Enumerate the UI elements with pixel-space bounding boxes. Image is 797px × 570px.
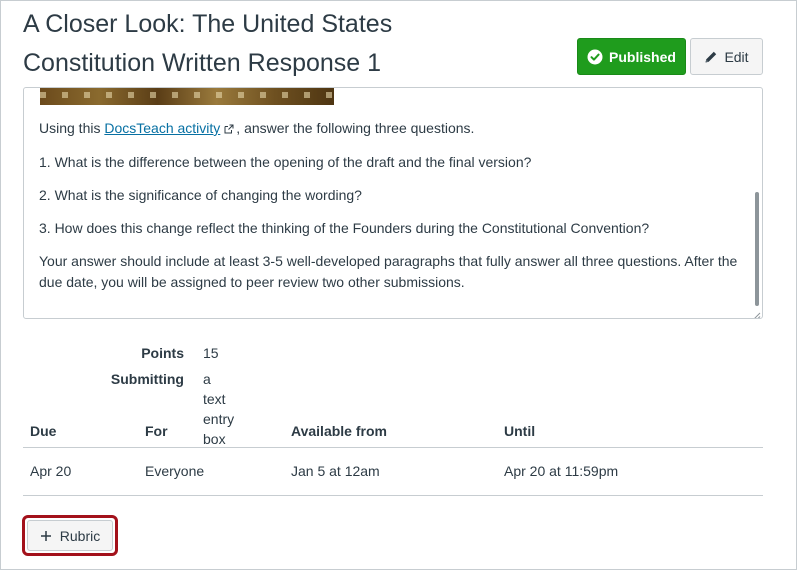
rubric-label: Rubric	[59, 527, 101, 544]
assigned-to: Everyone	[145, 463, 205, 479]
submitting-label: Submitting	[110, 371, 184, 387]
document-image	[40, 88, 334, 105]
pencil-icon	[704, 50, 718, 64]
assignment-page: A Closer Look: The United States Constit…	[0, 0, 797, 570]
check-circle-icon	[587, 49, 603, 65]
external-link-icon	[224, 119, 234, 140]
header-available-from: Available from	[291, 423, 387, 439]
plus-icon	[40, 527, 52, 545]
description-text: Using this DocsTeach activity, answer th…	[39, 118, 745, 305]
table-row: Apr 20 Everyone Jan 5 at 12am Apr 20 at …	[23, 448, 763, 496]
header-due: Due	[30, 423, 57, 439]
assignment-description[interactable]: Using this DocsTeach activity, answer th…	[23, 87, 763, 319]
scrollbar[interactable]	[755, 192, 759, 306]
due-dates-table: Due For Available from Until Apr 20 Ever…	[23, 421, 763, 496]
intro-paragraph: Using this DocsTeach activity, answer th…	[39, 118, 745, 140]
header-until: Until	[504, 423, 536, 439]
published-label: Published	[609, 48, 676, 65]
add-rubric-button[interactable]: Rubric	[27, 520, 113, 551]
page-title: A Closer Look: The United States Constit…	[23, 5, 543, 83]
due-date: Apr 20	[30, 463, 72, 479]
edit-button[interactable]: Edit	[690, 38, 763, 75]
edit-label: Edit	[724, 48, 749, 65]
available-until: Apr 20 at 11:59pm	[504, 463, 619, 479]
title-line-2: Constitution Written Response 1	[23, 49, 382, 77]
points-label: Points	[141, 345, 184, 361]
rubric-highlight: Rubric	[22, 515, 118, 556]
title-line-1: A Closer Look: The United States	[23, 10, 393, 38]
question-2: 2. What is the significance of changing …	[39, 186, 362, 203]
table-header: Due For Available from Until	[23, 421, 763, 448]
points-row: Points	[1, 343, 184, 363]
question-1: 1. What is the difference between the op…	[39, 153, 532, 170]
header-for: For	[145, 423, 168, 439]
resize-handle-icon[interactable]	[752, 308, 761, 318]
question-3: 3. How does this change reflect the thin…	[39, 219, 650, 236]
closing-paragraph: Your answer should include at least 3-5 …	[39, 252, 738, 290]
available-from: Jan 5 at 12am	[291, 463, 380, 479]
published-button[interactable]: Published	[577, 38, 686, 75]
points-value: 15	[203, 345, 219, 361]
submitting-row: Submitting	[1, 369, 184, 389]
docsteach-link[interactable]: DocsTeach activity	[104, 120, 220, 136]
